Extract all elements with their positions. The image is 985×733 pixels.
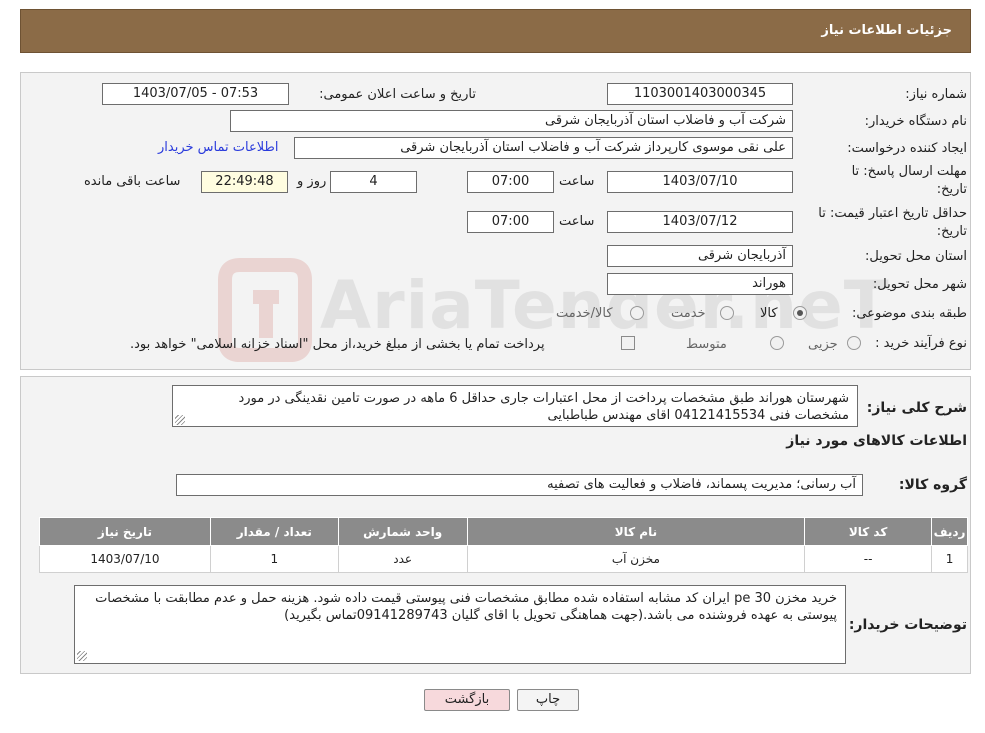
validity-date-field: 1403/07/12 [607,211,793,233]
buyer-org-label: نام دستگاه خریدار: [864,114,967,129]
city-label: شهر محل تحویل: [872,277,967,292]
remaining-time-field: 22:49:48 [201,171,288,193]
deadline-time-field: 07:00 [467,171,554,193]
col-row-header: ردیف [931,517,968,546]
cell-date: 1403/07/10 [39,545,211,573]
description-resize-handle[interactable] [175,415,185,425]
validity-time-label: ساعت [559,214,595,229]
validity-label-line2: تاریخ: [936,224,967,239]
buyer-contact-link[interactable]: اطلاعات تماس خریدار [158,140,278,155]
category-option-goods: کالا [760,306,778,321]
purchase-radio-medium[interactable] [770,336,784,350]
category-radio-goods[interactable] [793,306,807,320]
category-option-goods-service: کالا/خدمت [556,306,613,321]
cell-row: 1 [931,545,968,573]
cell-name: مخزن آب [466,545,806,573]
table-header-row: ردیف کد کالا نام کالا واحد شمارش تعداد /… [39,517,968,546]
purchase-radio-minor[interactable] [847,336,861,350]
category-radio-goods-service[interactable] [630,306,644,320]
need-number-label: شماره نیاز: [905,87,967,102]
need-number-field: 1103001403000345 [607,83,793,105]
back-button[interactable]: بازگشت [424,689,510,711]
buyer-notes-field: خرید مخزن 30 pe ایران کد مشابه استفاده ش… [74,585,846,664]
purchase-option-medium: متوسط [686,337,727,352]
goods-section-title: اطلاعات کالاهای مورد نیاز [786,433,967,449]
announce-field: 1403/07/05 - 07:53 [102,83,289,105]
items-table-wrapper: ردیف کد کالا نام کالا واحد شمارش تعداد /… [39,517,968,573]
deadline-days-label: روز و [297,174,327,189]
deadline-time-label: ساعت [559,174,595,189]
validity-label-line1: حداقل تاریخ اعتبار قیمت: تا [818,206,967,221]
items-table: ردیف کد کالا نام کالا واحد شمارش تعداد /… [39,517,968,573]
announce-label: تاریخ و ساعت اعلان عمومی: [319,87,476,102]
deadline-label-line2: تاریخ: [936,182,967,197]
buyer-org-field: شرکت آب و فاضلاب استان آذربایجان شرقی [230,110,793,132]
treasury-checkbox[interactable] [621,336,635,350]
goods-group-field: آب رسانی؛ مدیریت پسماند، فاضلاب و فعالیت… [176,474,863,496]
deadline-days-field: 4 [330,171,417,193]
city-field: هوراند [607,273,793,295]
col-date-header: تاریخ نیاز [39,517,211,546]
description-field: شهرستان هوراند طبق مشخصات پرداخت از محل … [172,385,858,427]
deadline-label-line1: مهلت ارسال پاسخ: تا [851,164,967,179]
treasury-note: پرداخت تمام یا بخشی از مبلغ خرید،از محل … [130,337,545,352]
cell-code: -- [804,545,933,573]
validity-time-field: 07:00 [467,211,554,233]
col-code-header: کد کالا [804,517,933,546]
print-button[interactable]: چاپ [517,689,579,711]
description-label: شرح کلی نیاز: [866,400,967,416]
page-title: جزئیات اطلاعات نیاز [821,23,952,38]
cell-qty: 1 [209,545,339,573]
col-unit-header: واحد شمارش [337,517,468,546]
category-radio-service[interactable] [720,306,734,320]
col-qty-header: تعداد / مقدار [209,517,339,546]
buyer-notes-label: توضیحات خریدار: [848,617,967,633]
creator-field: علی نقی موسوی کارپرداز شرکت آب و فاضلاب … [294,137,793,159]
creator-label: ایجاد کننده درخواست: [847,141,967,156]
province-field: آذربایجان شرقی [607,245,793,267]
purchase-type-label: نوع فرآیند خرید : [875,336,967,351]
goods-group-label: گروه کالا: [898,477,967,493]
cell-unit: عدد [337,545,468,573]
table-row: 1 -- مخزن آب عدد 1 1403/07/10 [39,545,968,573]
province-label: استان محل تحویل: [865,249,967,264]
category-option-service: خدمت [671,306,706,321]
buyer-notes-resize-handle[interactable] [77,651,87,661]
deadline-date-field: 1403/07/10 [607,171,793,193]
purchase-option-minor: جزیی [808,337,838,352]
page-header: جزئیات اطلاعات نیاز [20,9,971,53]
col-name-header: نام کالا [466,517,806,546]
category-label: طبقه بندی موضوعی: [851,306,967,321]
remaining-time-label: ساعت باقی مانده [84,174,181,189]
